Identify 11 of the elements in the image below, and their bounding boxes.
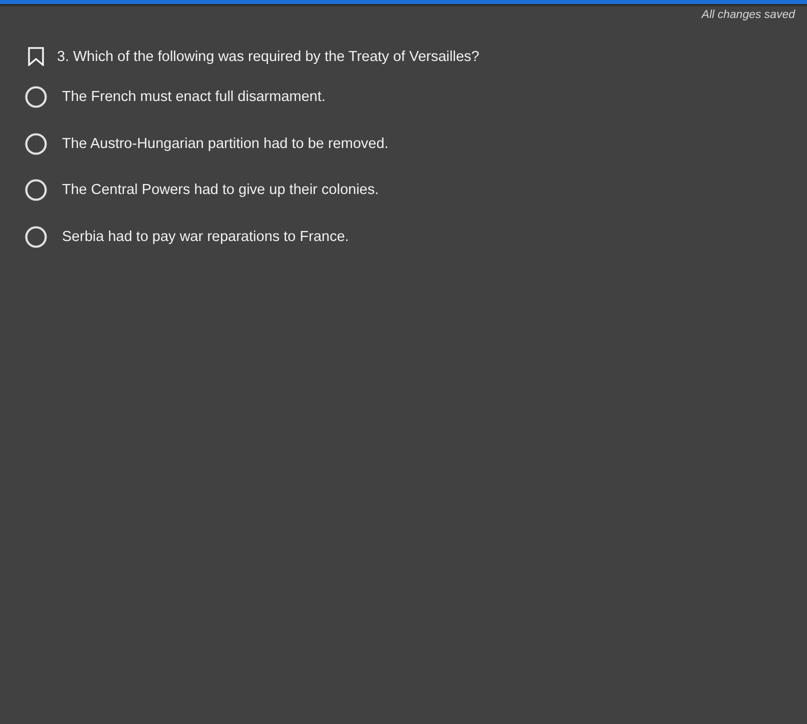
save-status: All changes saved	[702, 8, 795, 22]
answer-option[interactable]: The Central Powers had to give up their colonies.	[62, 181, 379, 199]
answer-option[interactable]: The French must enact full disarmament.	[62, 88, 326, 106]
radio-button[interactable]	[25, 179, 47, 201]
answer-option[interactable]: Serbia had to pay war reparations to France.	[62, 228, 349, 246]
answer-option[interactable]: The Austro-Hungarian partition had to be removed.	[62, 134, 388, 152]
bookmark-icon[interactable]	[28, 47, 44, 66]
radio-button[interactable]	[25, 86, 47, 108]
question-text: 3. Which of the following was required by the Treaty of Versailles?	[57, 48, 480, 66]
radio-button[interactable]	[25, 226, 47, 248]
radio-button[interactable]	[25, 132, 47, 154]
